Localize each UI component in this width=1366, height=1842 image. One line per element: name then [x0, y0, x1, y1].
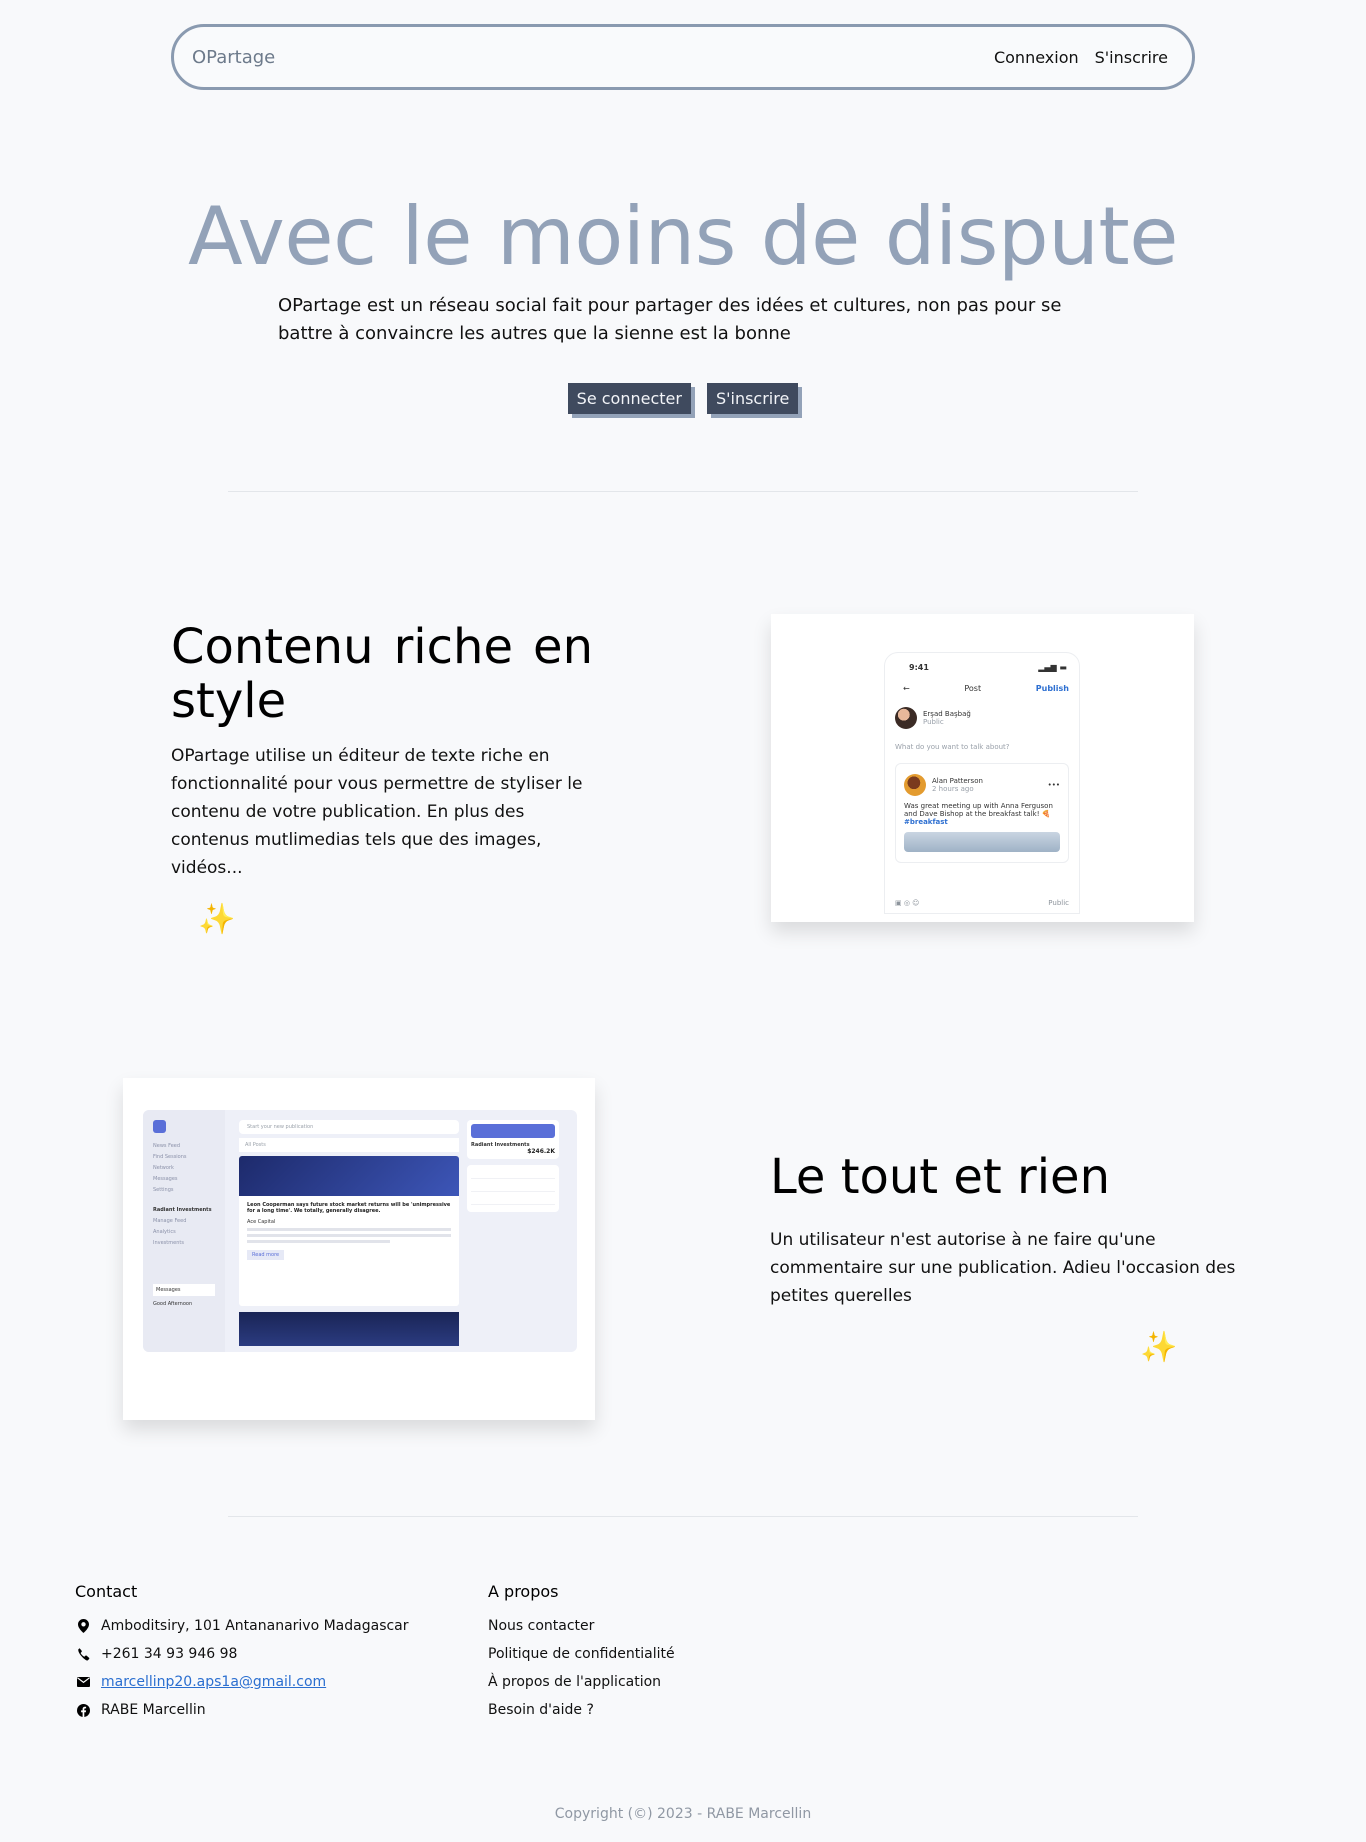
dashboard-logo: [153, 1120, 166, 1133]
hero-buttons: Se connecter S'inscrire: [0, 383, 1366, 414]
phone-time: 9:41: [909, 663, 929, 672]
envelope-icon: [75, 1674, 91, 1690]
dashboard-post-body: Ace Capital Read more: [239, 1216, 459, 1263]
avatar: [904, 774, 926, 796]
phone-nav: ← Post Publish: [885, 672, 1079, 693]
section-divider: [228, 491, 1138, 492]
login-link[interactable]: Connexion: [994, 48, 1079, 67]
sidebar-item: Find Sessions: [153, 1154, 187, 1160]
dashboard-search: Start your new publication: [239, 1120, 459, 1134]
footer-address: Amboditsiry, 101 Antananarivo Madagascar: [75, 1612, 409, 1640]
dashboard-post-author: Ace Capital: [247, 1219, 276, 1225]
phone-prompt: What do you want to talk about?: [895, 743, 1010, 751]
footer-email: marcellinp20.aps1a@gmail.com: [75, 1668, 409, 1696]
phone-mockup: 9:41 ▂▄▆ ▬ ← Post Publish Erşad Başbağ P…: [884, 652, 1080, 914]
news-widget: [467, 1165, 559, 1212]
sidebar-item: Investments: [153, 1240, 184, 1246]
footer-about-title: A propos: [488, 1582, 559, 1601]
footer-link-contact[interactable]: Nous contacter: [488, 1612, 675, 1640]
section-divider: [228, 1516, 1138, 1517]
back-arrow-icon: ←: [903, 684, 910, 693]
sidebar-item: Manage Feed: [153, 1218, 187, 1224]
phone-post-image: [904, 832, 1060, 852]
dashboard-widgets: Radiant Investments $246.2K: [467, 1120, 559, 1218]
sidebar-item: Network: [153, 1165, 174, 1171]
phone-user: Erşad Başbağ Public: [885, 693, 1079, 729]
phone-post-card: Alan Patterson 2 hours ago ••• Was great…: [895, 763, 1069, 863]
footer-link-privacy[interactable]: Politique de confidentialité: [488, 1640, 675, 1668]
more-icon: •••: [1047, 781, 1060, 789]
dashboard-feed: Start your new publication All Posts Leo…: [239, 1120, 459, 1352]
phone-status-bar: 9:41 ▂▄▆ ▬: [885, 653, 1079, 672]
widget-header: [471, 1124, 555, 1138]
facebook-icon: [75, 1702, 91, 1718]
footer-link-about-app[interactable]: À propos de l'application: [488, 1668, 675, 1696]
toolbar-icons: ▣ ◎ ☺: [895, 899, 920, 907]
signup-button[interactable]: S'inscrire: [706, 383, 799, 414]
hero-description: OPartage est un réseau social fait pour …: [278, 295, 1062, 344]
footer-facebook: RABE Marcellin: [75, 1696, 409, 1724]
phone-post-time: 2 hours ago: [932, 785, 974, 793]
sidebar-item: Analytics: [153, 1229, 176, 1235]
investment-widget: Radiant Investments $246.2K: [467, 1120, 559, 1159]
footer-link-help[interactable]: Besoin d'aide ?: [488, 1696, 675, 1724]
location-pin-icon: [75, 1618, 91, 1634]
dashboard-post-title: Leon Cooperman says future stock market …: [247, 1202, 451, 1214]
read-more-button: Read more: [247, 1250, 285, 1260]
dashboard-post-image: [239, 1312, 459, 1346]
brand-logo[interactable]: OPartage: [192, 47, 275, 68]
footer-contact: Contact Amboditsiry, 101 Antananarivo Ma…: [75, 1582, 409, 1724]
login-button[interactable]: Se connecter: [567, 383, 691, 414]
navbar: OPartage Connexion S'inscrire: [171, 24, 1195, 90]
footer-about: A propos Nous contacter Politique de con…: [488, 1582, 675, 1724]
sidebar-messages: Messages: [153, 1284, 215, 1296]
footer-facebook-text[interactable]: RABE Marcellin: [101, 1702, 206, 1718]
dashboard-post: Leon Cooperman says future stock market …: [239, 1156, 459, 1306]
widget-value: $246.2K: [527, 1148, 555, 1155]
dashboard-sidebar: News Feed Find Sessions Network Messages…: [143, 1110, 225, 1352]
feature-all-title: Le tout et rien: [770, 1149, 1111, 1205]
publish-label: Publish: [1035, 684, 1069, 693]
phone-nav-title: Post: [964, 684, 982, 693]
sidebar-item: News Feed: [153, 1143, 181, 1149]
copyright: Copyright (©) 2023 - RABE Marcellin: [554, 1806, 812, 1822]
phone-post-text: Was great meeting up with Anna Ferguson …: [904, 802, 1053, 818]
sidebar-item: Messages: [153, 1176, 178, 1182]
phone-toolbar: ▣ ◎ ☺ Public: [895, 899, 1069, 907]
phone-icon: [75, 1646, 91, 1662]
signal-icon: ▂▄▆ ▬: [1038, 663, 1067, 672]
sidebar-greeting: Good Afternoon: [153, 1301, 193, 1307]
sidebar-item: Settings: [153, 1187, 174, 1193]
feature-rich-title: Contenu riche en style: [171, 619, 593, 729]
footer-address-text: Amboditsiry, 101 Antananarivo Madagascar: [101, 1618, 409, 1634]
nav-links: Connexion S'inscrire: [994, 48, 1168, 67]
phone-bottom-visibility: Public: [1048, 899, 1069, 907]
sidebar-section: Radiant Investments: [153, 1207, 212, 1213]
avatar: [895, 707, 917, 729]
phone-visibility: Public: [923, 718, 944, 726]
feature-rich-text: OPartage utilise un éditeur de texte ric…: [171, 746, 583, 878]
footer-phone-text: +261 34 93 946 98: [101, 1646, 238, 1662]
feature-all-text: Un utilisateur n'est autorise à ne faire…: [770, 1230, 1236, 1306]
dashboard-post-chart: [239, 1156, 459, 1196]
dashboard-mockup: News Feed Find Sessions Network Messages…: [143, 1110, 577, 1352]
footer-contact-title: Contact: [75, 1582, 138, 1601]
signup-link[interactable]: S'inscrire: [1095, 48, 1168, 67]
phone-post-tag: #breakfast: [904, 818, 948, 826]
dashboard-tabs: All Posts: [239, 1138, 459, 1152]
dashboard-screenshot: News Feed Find Sessions Network Messages…: [123, 1078, 595, 1420]
hero-title: Avec le moins de dispute: [188, 190, 1179, 283]
footer-email-link[interactable]: marcellinp20.aps1a@gmail.com: [101, 1674, 326, 1690]
phone-user-name: Erşad Başbağ: [923, 710, 971, 718]
sparkle-icon: ✨: [198, 902, 236, 937]
footer-phone: +261 34 93 946 98: [75, 1640, 409, 1668]
phone-post-author: Alan Patterson: [932, 777, 983, 785]
phone-post-head: Alan Patterson 2 hours ago •••: [904, 774, 1060, 796]
editor-screenshot: 9:41 ▂▄▆ ▬ ← Post Publish Erşad Başbağ P…: [771, 614, 1194, 922]
sparkle-icon: ✨: [1140, 1330, 1178, 1365]
